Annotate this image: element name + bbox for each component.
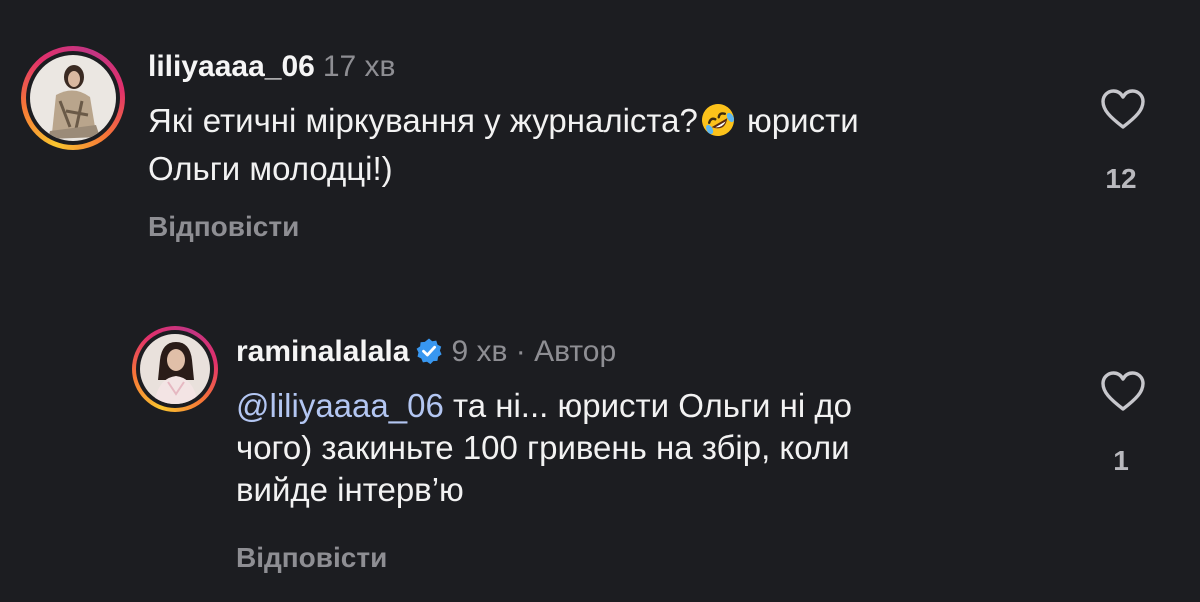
comment-text-line-1: Які етичні міркування у журналіста? юрис… — [148, 100, 1068, 148]
comment-text-part: Які етичні міркування у журналіста? — [148, 102, 698, 139]
comment-raminalalala: raminalalala 9 хв · Автор @liliyaaaa_06 т… — [0, 280, 1200, 602]
author-label: Автор — [534, 335, 617, 368]
comment-liliyaaaa: liliyaaaa_06 17 хв Які етичні міркування … — [0, 0, 1200, 280]
heart-outline-icon — [1101, 89, 1145, 129]
like-count: 12 — [1105, 163, 1137, 194]
like-count: 1 — [1113, 445, 1129, 476]
comment-text-line-3: вийде інтерв’ю — [236, 471, 464, 508]
avatar-story-ring[interactable] — [21, 46, 125, 150]
timestamp: 17 хв — [322, 50, 396, 83]
comment-text-line-1: @liliyaaaa_06 та ні... юристи Ольги ні д… — [236, 385, 1076, 427]
username[interactable]: liliyaaaa_06 — [148, 50, 315, 83]
comment-meta: raminalalala 9 хв · Автор — [236, 335, 616, 373]
reply-button[interactable]: Відповісти — [236, 542, 387, 574]
rolling-on-floor-laughing-icon — [700, 102, 736, 148]
avatar — [30, 55, 116, 141]
like-button[interactable] — [1093, 88, 1153, 135]
comment-text-line-2: Ольги молодці!) — [148, 150, 393, 187]
comment-text-part: юристи — [737, 102, 859, 139]
reply-button[interactable]: Відповісти — [148, 211, 299, 243]
meta-separator: · — [515, 335, 526, 368]
comment-text-part: та ні... юристи Ольги ні до — [443, 387, 852, 424]
like-button[interactable] — [1093, 370, 1153, 417]
avatar-story-ring[interactable] — [132, 326, 218, 412]
comment-text: @liliyaaaa_06 та ні... юристи Ольги ні д… — [236, 385, 1076, 511]
avatar — [140, 334, 210, 404]
verified-badge-icon — [415, 337, 443, 373]
timestamp: 9 хв — [451, 335, 508, 368]
comment-meta: liliyaaaa_06 17 хв — [148, 50, 395, 84]
mention-link[interactable]: @liliyaaaa_06 — [236, 387, 444, 424]
comment-text-line-2: чого) закиньте 100 гривень на збір, коли — [236, 429, 850, 466]
comment-text: Які етичні міркування у журналіста? юрис… — [148, 100, 1068, 190]
heart-outline-icon — [1101, 371, 1145, 411]
username[interactable]: raminalalala — [236, 335, 409, 368]
